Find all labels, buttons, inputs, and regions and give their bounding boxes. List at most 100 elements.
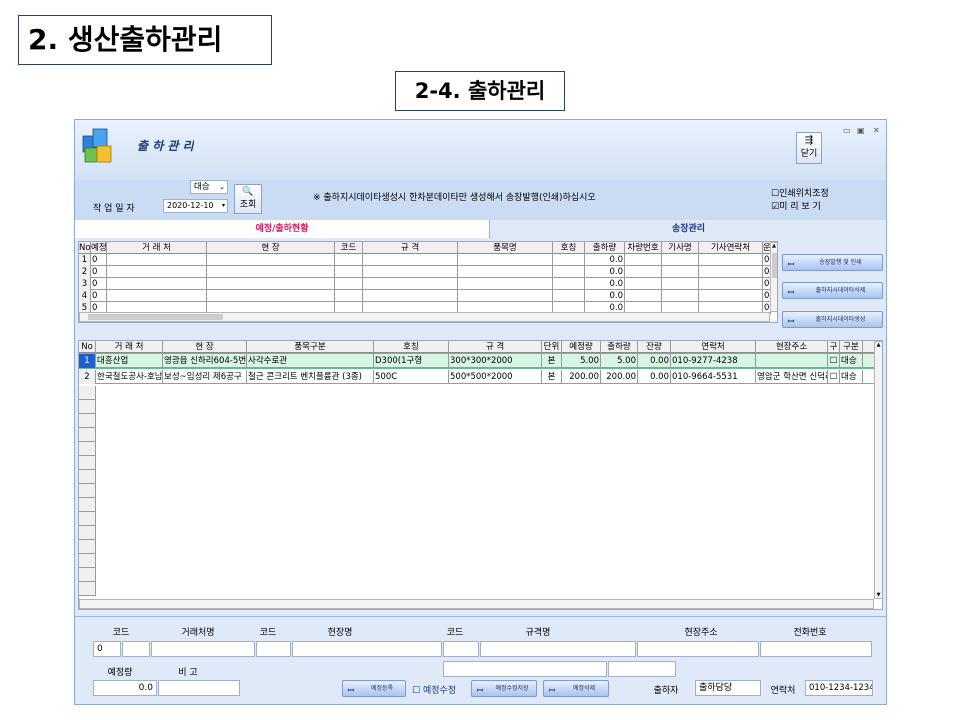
col-ship-qty: 출하량 — [601, 341, 638, 353]
window-close-icon[interactable]: ✕ — [873, 126, 880, 135]
site-address-input[interactable] — [637, 641, 759, 657]
empty-row — [79, 428, 96, 442]
status-select[interactable]: 대승 ⌄ — [190, 180, 228, 194]
hscroll-thumb[interactable] — [88, 314, 223, 320]
spec-name-input[interactable] — [480, 641, 636, 657]
table-cell — [207, 266, 335, 278]
table-cell — [107, 278, 207, 290]
table-cell — [699, 254, 763, 266]
table-cell: 0.0 — [585, 278, 625, 290]
table-cell: 5.00 — [562, 354, 601, 368]
delete-shipping-data-button[interactable]: ꟷ 출하지시데이타삭제 — [782, 282, 883, 299]
col-vehicle: 차량번호 — [625, 242, 662, 254]
empty-row — [79, 582, 96, 596]
code1-name-input[interactable] — [122, 641, 150, 657]
table-cell: 500C — [374, 370, 449, 384]
table-cell: 0 — [91, 254, 107, 266]
table-cell: 영광읍 신하리604-5번지 — [164, 354, 247, 368]
spec-name-label: 규격명 — [525, 628, 551, 638]
empty-row — [79, 470, 96, 484]
table-cell — [625, 278, 662, 290]
plan-grid-vscroll[interactable]: ▲ — [770, 242, 777, 312]
table-row[interactable]: 2 한국철도공사-호남 보성~임성리 제6공구 철근 콘크리트 벤치플륨관 (3종) 5… — [79, 370, 874, 384]
plan-grid-hscroll[interactable] — [79, 312, 770, 322]
table-cell: ☐ — [828, 370, 840, 384]
table-cell: 2 — [79, 266, 91, 278]
shipper-input[interactable]: 출하담당 — [695, 680, 761, 696]
scroll-thumb[interactable] — [772, 253, 777, 278]
code3-input[interactable] — [443, 641, 479, 657]
table-cell — [107, 290, 207, 302]
extra-input-1[interactable] — [443, 661, 607, 677]
plan-qty-input[interactable]: 0.0 — [93, 680, 157, 696]
filter-bar: 작 업 일 자 대승 ⌄ 2020-12-10 ▾ 🔍 조회 ※ 출하지시데이타… — [75, 180, 886, 220]
plan-edit-checkbox[interactable]: ☐ 예정수정 — [412, 683, 456, 696]
shipping-grid-hscroll[interactable] — [79, 599, 874, 609]
contact-label: 연락처 — [770, 686, 796, 696]
table-cell: 4 — [79, 290, 91, 302]
table-cell — [553, 290, 585, 302]
search-button[interactable]: 🔍 조회 — [234, 184, 262, 214]
table-cell — [699, 266, 763, 278]
create-shipping-data-button[interactable]: ꟷ 출하지시데이타생성 — [782, 311, 883, 328]
table-cell — [335, 254, 363, 266]
date-label: 작 업 일 자 — [93, 204, 135, 214]
tab-plan-shipping[interactable]: 예정/출하현황 — [75, 220, 490, 238]
plan-delete-button[interactable]: ꟷ 예정삭제 — [543, 680, 609, 697]
table-cell: 대승 — [840, 354, 863, 368]
table-cell — [625, 266, 662, 278]
table-row[interactable]: 1 0 0.0 0 — [79, 254, 771, 266]
table-row[interactable]: 4 0 0.0 0 — [79, 290, 771, 302]
contact-input[interactable]: 010-1234-1234 — [805, 680, 873, 696]
plan-save-button[interactable]: ꟷ 예정수정저장 — [471, 680, 537, 697]
table-cell — [662, 290, 699, 302]
table-cell — [363, 278, 458, 290]
table-cell: 3 — [79, 278, 91, 290]
preview-checkbox[interactable]: ☑미 리 보 기 — [771, 199, 821, 212]
table-cell — [458, 254, 553, 266]
col-item: 품목명 — [458, 242, 553, 254]
table-row[interactable]: 1 대흥산업 영광읍 신하리604-5번지 사각수로관 D300(1구형 300*300*… — [79, 353, 875, 369]
empty-row — [79, 456, 96, 470]
table-row[interactable]: 3 0 0.0 0 — [79, 278, 771, 290]
invoice-print-button[interactable]: ꟷ 송장발행 및 인쇄 — [782, 254, 883, 271]
action-icon: ꟷ — [548, 686, 555, 695]
site-name-input[interactable] — [292, 641, 442, 657]
remark-input[interactable] — [158, 680, 240, 696]
shipping-grid-vscroll[interactable]: ▲ ▼ — [874, 341, 882, 599]
search-button-label: 조회 — [239, 200, 257, 210]
table-cell: 대승 — [840, 370, 863, 384]
table-cell — [662, 278, 699, 290]
phone-input[interactable] — [760, 641, 872, 657]
extra-input-2[interactable] — [608, 661, 676, 677]
action-icon: ꟷ — [787, 317, 794, 326]
date-input[interactable]: 2020-12-10 ▾ — [163, 199, 228, 213]
client-name-input[interactable] — [151, 641, 255, 657]
empty-row — [79, 540, 96, 554]
maximize-icon[interactable]: ▣ — [857, 126, 865, 135]
col-address: 현장주소 — [756, 341, 828, 353]
slide-subtitle: 2-4. 출하관리 — [395, 71, 565, 111]
table-cell — [335, 278, 363, 290]
table-cell — [662, 266, 699, 278]
plan-register-button[interactable]: ꟷ 예정등록 — [342, 680, 406, 697]
close-button[interactable]: ⇶ 닫기 — [796, 132, 822, 164]
print-position-checkbox[interactable]: ☐인쇄위치조정 — [771, 186, 829, 199]
table-cell: 한국철도공사-호남 — [97, 370, 163, 384]
table-cell: 0 — [91, 290, 107, 302]
minimize-icon[interactable]: ▭ — [843, 126, 851, 135]
col-spec: 규 격 — [363, 242, 458, 254]
code1-input[interactable]: 0 — [93, 641, 121, 657]
col-check: 구 — [828, 341, 840, 353]
tab-invoice[interactable]: 송장관리 — [491, 220, 886, 238]
scroll-down-icon: ▼ — [876, 592, 881, 598]
table-cell: 5.00 — [601, 354, 638, 368]
code2-input[interactable] — [256, 641, 291, 657]
table-cell — [207, 254, 335, 266]
empty-row — [79, 498, 96, 512]
table-cell: 1 — [79, 254, 91, 266]
table-cell: 철근 콘크리트 벤치플륨관 (3종) — [247, 370, 374, 384]
table-row[interactable]: 2 0 0.0 0 — [79, 266, 771, 278]
empty-row — [79, 484, 96, 498]
table-cell — [107, 266, 207, 278]
